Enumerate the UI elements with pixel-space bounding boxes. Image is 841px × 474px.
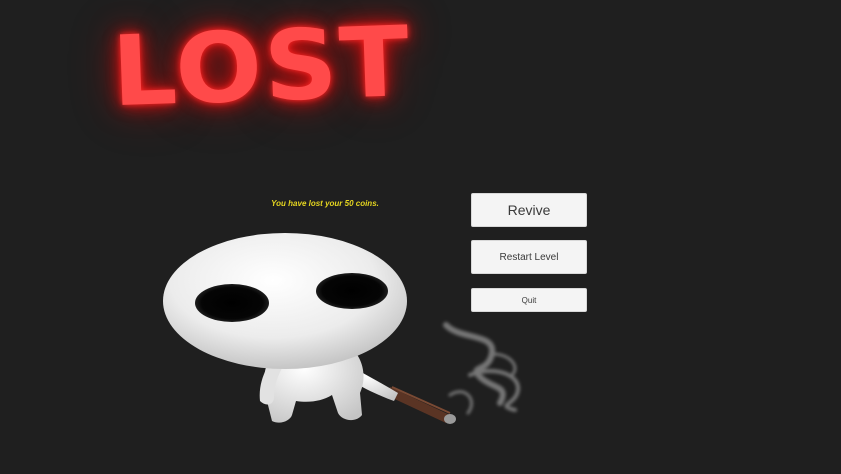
smoke <box>443 322 521 415</box>
left-eye <box>195 284 269 322</box>
revive-button[interactable]: Revive <box>471 193 587 227</box>
creature-illustration <box>163 233 521 424</box>
right-eye <box>316 273 388 309</box>
coins-lost-message: You have lost your 50 coins. <box>271 199 379 208</box>
game-over-screen: LOST You have lost your 50 coins. Revive… <box>0 0 841 474</box>
lost-title: LOST <box>110 5 413 130</box>
